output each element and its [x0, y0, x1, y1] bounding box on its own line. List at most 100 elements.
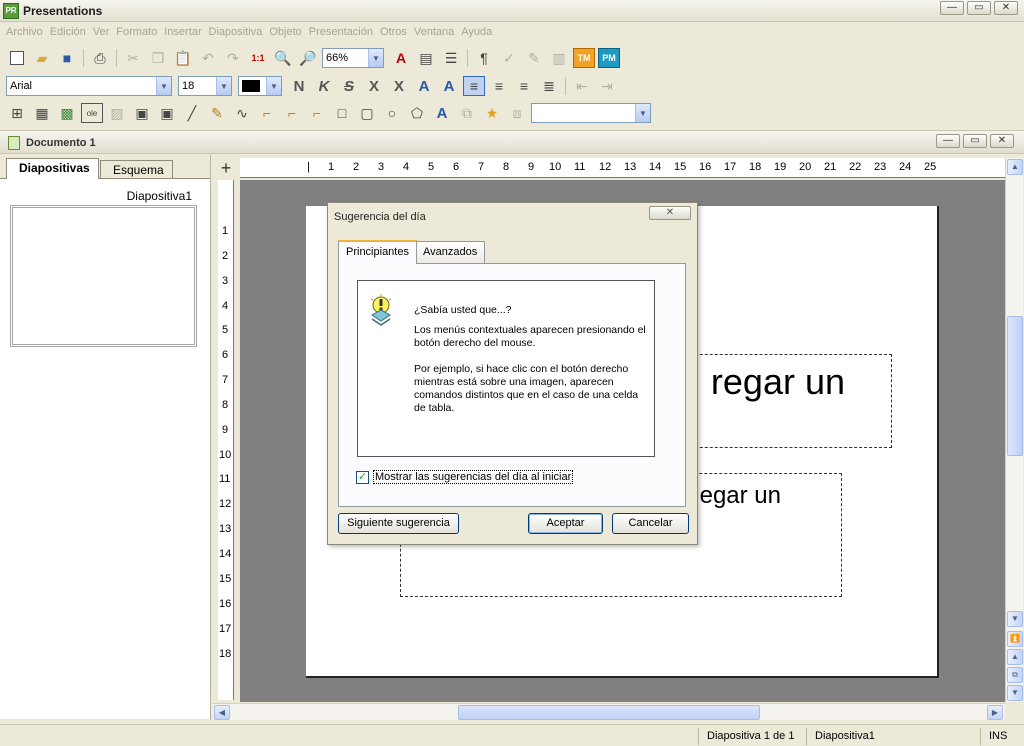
ellipse-icon[interactable]: ○: [381, 103, 403, 123]
dialog-close-button[interactable]: ✕: [649, 206, 691, 220]
actual-size-icon[interactable]: 1:1: [247, 48, 269, 68]
pm-icon[interactable]: PM: [598, 48, 620, 68]
movie-icon[interactable]: ▣: [131, 103, 153, 123]
align-justify-icon[interactable]: ≣: [538, 76, 560, 96]
doc-maximize-button[interactable]: ▭: [963, 134, 987, 148]
double-strike-icon[interactable]: X: [363, 76, 385, 96]
zoom-icon[interactable]: 🔎: [297, 48, 319, 68]
shape-icon[interactable]: ⬠: [406, 103, 428, 123]
menu-insertar[interactable]: Insertar: [164, 24, 207, 42]
scroll-left-button[interactable]: ◀: [214, 705, 230, 720]
menu-presentacion[interactable]: Presentación: [309, 24, 379, 42]
style-select[interactable]: ▼: [531, 103, 651, 123]
print-icon[interactable]: ⎙: [89, 48, 111, 68]
image-icon[interactable]: ▩: [56, 103, 78, 123]
next-slide-button[interactable]: ▼: [1007, 685, 1023, 701]
copy-icon[interactable]: ❐: [147, 48, 169, 68]
line-icon[interactable]: ╱: [181, 103, 203, 123]
chevron-down-icon[interactable]: ▼: [635, 104, 650, 122]
tab-avanzados[interactable]: Avanzados: [415, 241, 486, 263]
new-document-icon[interactable]: [6, 48, 28, 68]
menu-ventana[interactable]: Ventana: [414, 24, 460, 42]
slide-thumbnail[interactable]: [10, 205, 197, 347]
font-size-select[interactable]: 18 ▼: [178, 76, 232, 96]
menu-objeto[interactable]: Objeto: [269, 24, 307, 42]
align-left-icon[interactable]: ≡: [463, 76, 485, 96]
edit-points-icon[interactable]: ⧈: [506, 103, 528, 123]
menu-ayuda[interactable]: Ayuda: [461, 24, 498, 42]
horizontal-scroll-thumb[interactable]: [458, 705, 760, 720]
open-folder-icon[interactable]: ▰: [31, 48, 53, 68]
save-icon[interactable]: ■: [56, 48, 78, 68]
font-select[interactable]: Arial ▼: [6, 76, 172, 96]
textart-icon[interactable]: ▨: [106, 103, 128, 123]
spell-check-icon[interactable]: ✓: [498, 48, 520, 68]
paragraph-icon[interactable]: ¶: [473, 48, 495, 68]
next-tip-button[interactable]: Siguiente sugerencia: [338, 513, 459, 534]
previous-slide-button[interactable]: ▲: [1007, 649, 1023, 665]
chart-icon[interactable]: ▥: [548, 48, 570, 68]
vertical-scrollbar[interactable]: ▲ ▼ ⏫ ▲ ⧉ ▼: [1005, 158, 1023, 702]
paste-icon[interactable]: 📋: [172, 48, 194, 68]
table-icon[interactable]: ▦: [31, 103, 53, 123]
menu-archivo[interactable]: Archivo: [6, 24, 49, 42]
zoom-select[interactable]: 66% ▼: [322, 48, 384, 68]
outline-left-icon[interactable]: ⇤: [571, 76, 593, 96]
chevron-down-icon[interactable]: ▼: [368, 49, 383, 67]
text-art-icon[interactable]: A: [431, 103, 453, 123]
maximize-button[interactable]: ▭: [967, 1, 991, 15]
cancel-button[interactable]: Cancelar: [612, 513, 689, 534]
curve-connector-icon[interactable]: ⌐: [306, 103, 328, 123]
menu-otros[interactable]: Otros: [380, 24, 413, 42]
grow-font-icon[interactable]: A: [413, 76, 435, 96]
scroll-up-button[interactable]: ▲: [1007, 159, 1023, 175]
shrink-font-icon[interactable]: A: [438, 76, 460, 96]
doc-close-button[interactable]: ✕: [990, 134, 1014, 148]
tab-principiantes[interactable]: Principiantes: [338, 240, 417, 264]
italic-icon[interactable]: K: [313, 76, 335, 96]
ole-object-icon[interactable]: ole: [81, 103, 103, 123]
menu-edicion[interactable]: Edición: [50, 24, 92, 42]
ok-button[interactable]: Aceptar: [528, 513, 603, 534]
show-tips-checkbox-row[interactable]: ✓ Mostrar las sugerencias del día al ini…: [356, 470, 574, 484]
undo-icon[interactable]: ↶: [197, 48, 219, 68]
close-button[interactable]: ✕: [994, 1, 1018, 15]
cut-icon[interactable]: ✂: [122, 48, 144, 68]
menu-diapositiva[interactable]: Diapositiva: [209, 24, 269, 42]
ruler-corner[interactable]: +: [213, 158, 239, 178]
tm-icon[interactable]: TM: [573, 48, 595, 68]
slide-view-button[interactable]: ⧉: [1007, 667, 1023, 683]
grammar-icon[interactable]: ✎: [523, 48, 545, 68]
star-icon[interactable]: ★: [481, 103, 503, 123]
outline-right-icon[interactable]: ⇥: [596, 76, 618, 96]
first-slide-button[interactable]: ⏫: [1007, 631, 1023, 647]
sound-icon[interactable]: ▣: [156, 103, 178, 123]
rounded-rectangle-icon[interactable]: ▢: [356, 103, 378, 123]
vertical-scroll-thumb[interactable]: [1007, 316, 1023, 456]
chevron-down-icon[interactable]: ▼: [266, 77, 281, 95]
scroll-right-button[interactable]: ▶: [987, 705, 1003, 720]
pen-icon[interactable]: ✎: [206, 103, 228, 123]
show-tips-checkbox[interactable]: ✓: [356, 470, 369, 484]
tab-esquema[interactable]: Esquema: [100, 160, 173, 179]
chevron-down-icon[interactable]: ▼: [156, 77, 171, 95]
redo-icon[interactable]: ↷: [222, 48, 244, 68]
horizontal-scrollbar[interactable]: ◀ ▶: [213, 703, 1005, 720]
minimize-button[interactable]: —: [940, 1, 964, 15]
menu-ver[interactable]: Ver: [93, 24, 116, 42]
group-icon[interactable]: ⧉: [456, 103, 478, 123]
doc-minimize-button[interactable]: —: [936, 134, 960, 148]
cross-out-icon[interactable]: X: [388, 76, 410, 96]
connector-icon[interactable]: ⌐: [256, 103, 278, 123]
grid-icon[interactable]: ⊞: [6, 103, 28, 123]
scroll-down-button[interactable]: ▼: [1007, 611, 1023, 627]
chevron-down-icon[interactable]: ▼: [216, 77, 231, 95]
list-icon[interactable]: ☰: [440, 48, 462, 68]
tab-diapositivas[interactable]: Diapositivas: [6, 158, 99, 179]
show-tips-label[interactable]: Mostrar las sugerencias del día al inici…: [373, 470, 574, 484]
align-center-icon[interactable]: ≡: [488, 76, 510, 96]
elbow-connector-icon[interactable]: ⌐: [281, 103, 303, 123]
zoom-in-icon[interactable]: 🔍: [272, 48, 294, 68]
menu-formato[interactable]: Formato: [116, 24, 163, 42]
rectangle-icon[interactable]: □: [331, 103, 353, 123]
